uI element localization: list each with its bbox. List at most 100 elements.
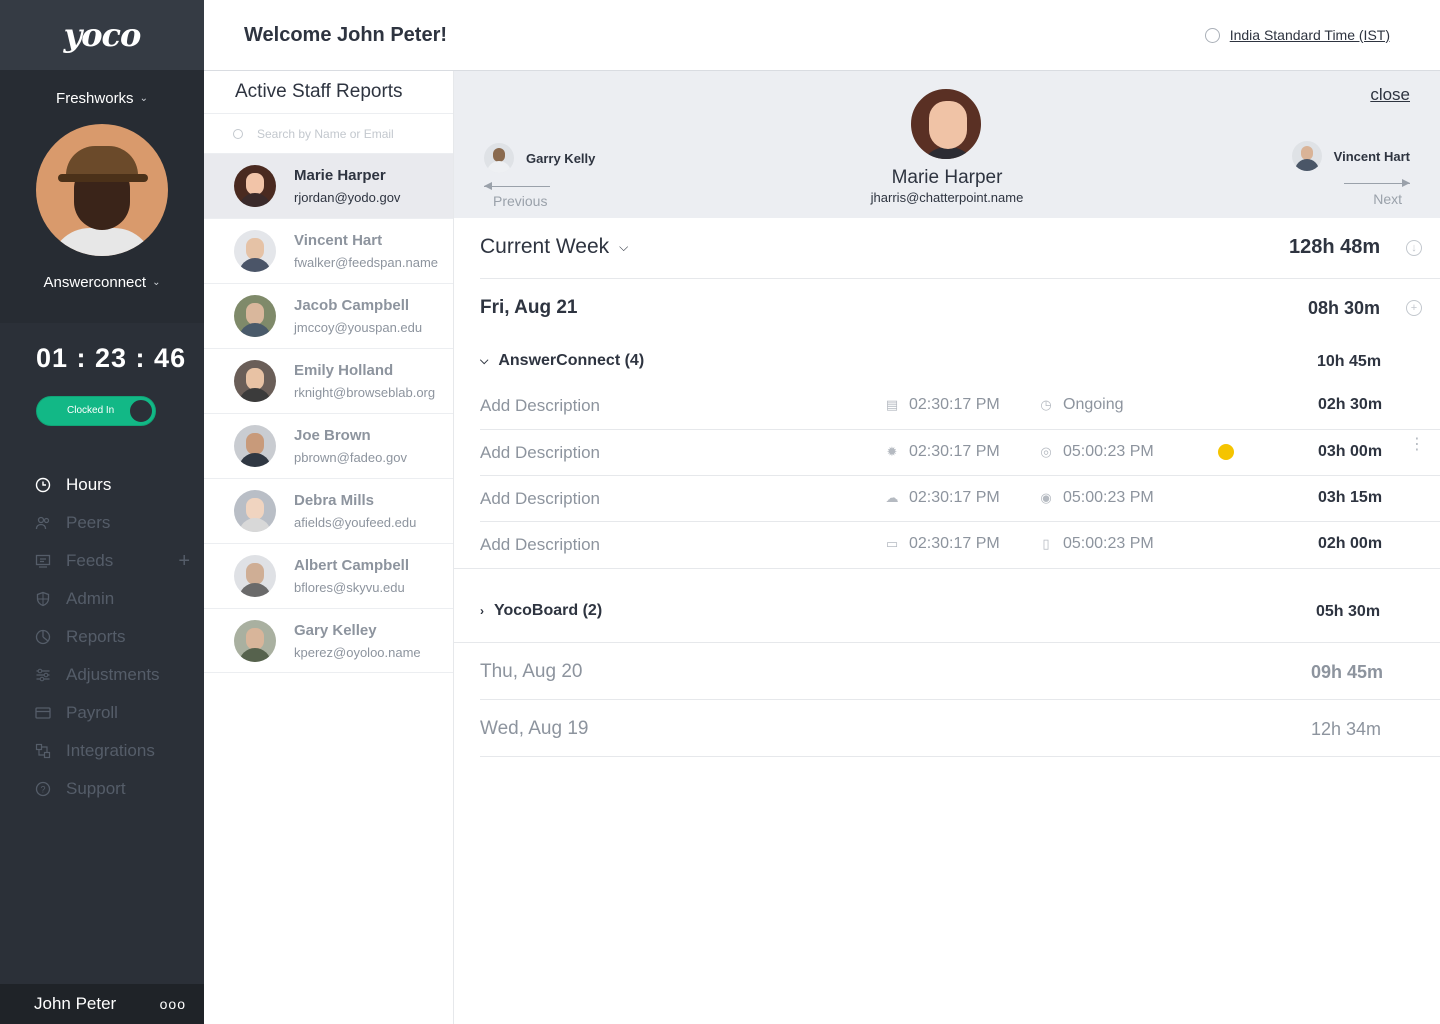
entry-duration: 02h 30m [1318,396,1383,413]
warning-clock-icon[interactable] [1218,444,1234,460]
staff-row[interactable]: Jacob Campbell jmccoy@youspan.edu [204,283,453,348]
start-time[interactable]: 02:30:17 PM [909,489,1000,507]
sidebar: yoco Freshworks ⌄ Answerconnect ⌄ 01 : 2… [0,0,204,1024]
sidebar-item-peers[interactable]: Peers [0,504,204,542]
next-staff-name: Vincent Hart [1333,148,1410,164]
description-input[interactable]: Add Description [480,535,600,555]
project-toggle[interactable]: › YocoBoard (2) [480,602,602,620]
staff-name: Emily Holland [294,362,394,379]
avatar [234,490,276,532]
staff-row[interactable]: Vincent Hart fwalker@feedspan.name [204,218,453,283]
add-feed-icon[interactable]: + [178,550,190,573]
workspace-dropdown[interactable]: Answerconnect ⌄ [44,274,161,291]
staff-row[interactable]: Gary Kelley kperez@oyoloo.name [204,608,453,673]
more-icon[interactable]: ooo [160,996,186,1012]
timezone-link[interactable]: India Standard Time (IST) [1230,27,1390,43]
description-input[interactable]: Add Description [480,443,600,463]
staff-row[interactable]: Joe Brown pbrown@fadeo.gov [204,413,453,478]
time-entry-row[interactable]: Add Description ☁ 02:30:17 PM ◉ 05:00:23 P… [480,476,1440,522]
avatar [1291,141,1322,171]
staff-email: jmccoy@youspan.edu [294,320,423,335]
integrations-icon [34,742,52,760]
description-input[interactable]: Add Description [480,489,600,509]
chevron-down-icon: ⌄ [139,93,148,104]
sidebar-item-reports[interactable]: Reports [0,618,204,656]
project-total: 05h 30m [1316,603,1381,620]
svg-text:?: ? [40,785,45,795]
time-entry-row[interactable]: Add Description ▤ 02:30:17 PM ◷ Ongoing 02… [480,383,1440,429]
feed-icon [34,552,52,570]
app-logo[interactable]: yoco [64,16,142,54]
time-entry-row[interactable]: Add Description ▭ 02:30:17 PM ▯ 05:00:23 P… [480,522,1440,568]
more-options-icon[interactable]: ⋮ [1409,437,1425,453]
selected-staff-email: jharris@chatterpoint.name [870,190,1024,205]
search-input[interactable]: Search by Name or Email [257,127,394,141]
staff-row[interactable]: Marie Harper rjordan@yodo.gov [204,153,453,218]
avatar [234,295,276,337]
chrome-icon: ◎ [1040,444,1052,459]
cloud-download-icon[interactable]: ↓ [1406,240,1422,256]
end-time[interactable]: 05:00:23 PM [1063,443,1154,461]
sidebar-item-label: Support [66,779,126,798]
day-label[interactable]: Thu, Aug 20 [480,661,582,683]
card-icon [34,704,52,722]
avatar [234,619,276,662]
staff-row[interactable]: Debra Mills afields@youfeed.edu [204,478,453,543]
clock-in-toggle[interactable]: Clocked In [36,396,156,426]
timezone-selector[interactable]: India Standard Time (IST) [1204,27,1390,43]
staff-name: Vincent Hart [294,232,383,249]
pie-chart-icon [34,628,52,646]
shield-icon [34,590,52,608]
trello-icon: ▤ [885,397,899,412]
start-time[interactable]: 02:30:17 PM [909,443,1000,461]
project-toggle[interactable]: ⌵ AnswerConnect (4) [480,352,644,370]
end-time[interactable]: 05:00:23 PM [1063,489,1154,507]
add-entry-icon[interactable]: + [1406,300,1422,316]
top-header: Welcome John Peter! India Standard Time … [204,0,1440,71]
staff-email: bflores@skyvu.edu [294,580,405,595]
sidebar-item-adjustments[interactable]: Adjustments [0,656,204,694]
staff-row[interactable]: Emily Holland rknight@browseblab.org [204,348,453,413]
staff-email: afields@youfeed.edu [294,515,417,530]
day-label: Fri, Aug 21 [480,297,578,318]
sidebar-item-admin[interactable]: Admin [0,580,204,618]
project-total: 10h 45m [1317,353,1382,370]
sidebar-item-payroll[interactable]: Payroll [0,694,204,732]
day-total: 12h 34m [1311,719,1382,739]
day-total: 08h 30m [1308,298,1381,318]
toggle-knob [128,398,154,424]
next-label[interactable]: Next [1373,191,1402,207]
current-user-bar[interactable]: John Peter ooo [0,984,204,1024]
day-label[interactable]: Wed, Aug 19 [480,718,588,740]
company-name: Freshworks [56,90,134,107]
people-icon [34,514,52,532]
start-time[interactable]: 02:30:17 PM [909,396,1000,414]
staff-name: Marie Harper [294,167,386,184]
clock-icon [34,476,52,494]
end-time[interactable]: Ongoing [1063,396,1124,414]
arrow-right-icon[interactable] [1344,179,1410,187]
start-time[interactable]: 02:30:17 PM [909,535,1000,553]
next-staff-button[interactable]: Vincent Hart [1291,141,1410,171]
close-button[interactable]: close [1370,85,1410,105]
sidebar-nav: Hours Peers Feeds + Admin Reports Adjust… [0,466,204,808]
sidebar-item-label: Hours [66,475,112,494]
project-name: AnswerConnect (4) [498,352,645,369]
sidebar-item-support[interactable]: ? Support [0,770,204,808]
week-selector[interactable]: Current Week ⌵ [480,235,628,259]
avatar[interactable] [36,124,168,256]
timesheet-panel: Current Week ⌵ 128h 48m ↓ Fri, Aug 21 08… [454,218,1440,1024]
end-time[interactable]: 05:00:23 PM [1063,535,1154,553]
current-user-name: John Peter [34,994,117,1013]
sidebar-item-label: Adjustments [66,665,160,684]
sidebar-item-integrations[interactable]: Integrations [0,732,204,770]
sidebar-item-hours[interactable]: Hours [0,466,204,504]
staff-name: Albert Campbell [294,557,410,574]
staff-search[interactable]: Search by Name or Email [204,113,453,153]
sidebar-item-feeds[interactable]: Feeds + [0,542,204,580]
week-label: Current Week [480,235,610,258]
time-entry-row[interactable]: Add Description ✹ 02:30:17 PM ◎ 05:00:23 P… [480,430,1440,476]
description-input[interactable]: Add Description [480,396,600,416]
staff-row[interactable]: Albert Campbell bflores@skyvu.edu [204,543,453,608]
company-dropdown[interactable]: Freshworks ⌄ [56,90,148,107]
